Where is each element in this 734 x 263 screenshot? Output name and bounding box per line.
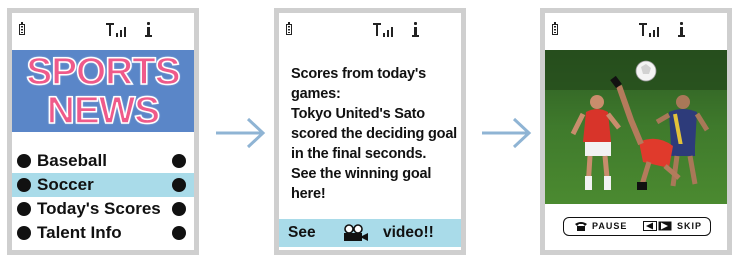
right-arrow-icon bbox=[216, 117, 266, 149]
see-video-link[interactable]: See video!! bbox=[279, 219, 461, 247]
menu-item-label: Baseball bbox=[37, 151, 107, 170]
menu-item-soccer[interactable]: Soccer bbox=[12, 173, 194, 197]
phone-screen-article: Scores from today's games: Tokyo United'… bbox=[274, 8, 466, 255]
bullet-icon bbox=[17, 178, 31, 192]
status-bar bbox=[12, 13, 194, 43]
bullet-icon bbox=[17, 154, 31, 168]
skip-button[interactable]: SKIP bbox=[677, 218, 702, 234]
battery-icon bbox=[552, 22, 558, 35]
phone-screen-video: PAUSE SKIP bbox=[540, 8, 732, 255]
battery-icon bbox=[286, 22, 292, 35]
menu-item-label: Talent Info bbox=[37, 223, 122, 242]
pause-button[interactable]: PAUSE bbox=[592, 218, 627, 234]
phone-icon bbox=[575, 222, 587, 231]
banner-title-line2: NEWS bbox=[46, 90, 161, 132]
i-mode-icon bbox=[411, 22, 420, 37]
article-text: Scores from today's games: Tokyo United'… bbox=[291, 64, 458, 204]
article-line: Scores from today's bbox=[291, 66, 427, 82]
signal-icon bbox=[106, 23, 136, 37]
article-line: Tokyo United's Sato bbox=[291, 106, 425, 122]
menu-item-label: Today's Scores bbox=[37, 199, 161, 218]
bullet-icon bbox=[172, 226, 186, 240]
menu-item-talent-info[interactable]: Talent Info bbox=[12, 221, 194, 245]
banner-title-line1: SPORTS bbox=[26, 51, 182, 93]
bullet-icon bbox=[17, 202, 31, 216]
phone-screen-menu: SPORTS NEWS Baseball Soccer Today's Scor… bbox=[7, 8, 199, 255]
i-mode-icon bbox=[144, 22, 153, 37]
signal-icon bbox=[639, 23, 669, 37]
soccer-players-photo bbox=[545, 50, 727, 204]
article-line: See the winning goal bbox=[291, 166, 432, 182]
skip-arrows-icon[interactable] bbox=[643, 221, 675, 231]
bullet-icon bbox=[172, 202, 186, 216]
bullet-icon bbox=[172, 178, 186, 192]
i-mode-icon bbox=[677, 22, 686, 37]
battery-icon bbox=[19, 22, 25, 35]
bullet-icon bbox=[172, 154, 186, 168]
article-line: in the final seconds. bbox=[291, 146, 427, 162]
menu-item-todays-scores[interactable]: Today's Scores bbox=[12, 197, 194, 221]
bullet-icon bbox=[17, 226, 31, 240]
see-label: See bbox=[288, 224, 316, 241]
right-arrow-icon bbox=[482, 117, 532, 149]
article-line: here! bbox=[291, 186, 326, 202]
article-line: scored the deciding goal bbox=[291, 126, 458, 142]
signal-icon bbox=[373, 23, 403, 37]
video-label: video!! bbox=[383, 224, 434, 241]
menu-item-baseball[interactable]: Baseball bbox=[12, 149, 194, 173]
video-controls: PAUSE SKIP bbox=[563, 217, 711, 236]
article-line: games: bbox=[291, 86, 341, 102]
status-bar bbox=[279, 13, 461, 43]
sports-menu: Baseball Soccer Today's Scores Talent In… bbox=[12, 149, 194, 245]
menu-item-label: Soccer bbox=[37, 175, 94, 194]
status-bar bbox=[545, 13, 727, 43]
video-camera-icon bbox=[344, 224, 368, 241]
sports-news-banner: SPORTS NEWS bbox=[12, 50, 194, 132]
